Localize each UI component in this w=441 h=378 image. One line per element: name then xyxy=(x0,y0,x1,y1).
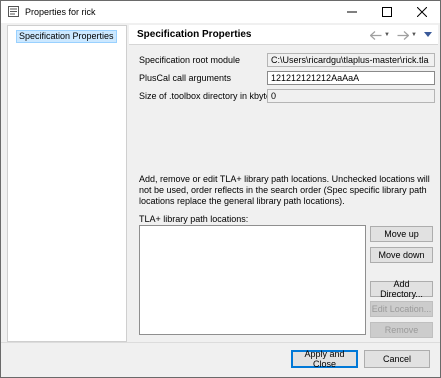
apply-and-close-button[interactable]: Apply and Close xyxy=(291,349,358,369)
back-dropdown-icon: ▼ xyxy=(384,32,390,38)
back-button[interactable]: ▼ xyxy=(370,30,390,40)
add-directory-button[interactable]: Add Directory... xyxy=(370,279,433,299)
page-title: Specification Properties xyxy=(137,29,252,40)
maximize-button[interactable] xyxy=(370,1,404,23)
tree-item-label: Specification Properties xyxy=(16,29,117,43)
pluscal-args-input[interactable]: 121212121212AaAaA xyxy=(267,71,435,85)
dialog-footer: Apply and Close Cancel xyxy=(1,343,440,377)
title-bar[interactable]: Properties for rick xyxy=(1,1,440,23)
forward-dropdown-icon: ▼ xyxy=(411,32,417,38)
back-arrow-icon xyxy=(370,30,382,40)
toolbox-size-field[interactable]: 0 xyxy=(267,89,435,103)
forward-button[interactable]: ▼ xyxy=(397,30,417,40)
close-button[interactable] xyxy=(405,1,439,23)
remove-button[interactable]: Remove xyxy=(370,322,433,338)
view-menu-icon xyxy=(424,32,432,37)
toolbox-size-label: Size of .toolbox directory in kbytes xyxy=(139,91,276,101)
cancel-button[interactable]: Cancel xyxy=(364,350,430,368)
edit-location-button[interactable]: Edit Location... xyxy=(370,301,433,317)
root-module-field[interactable]: C:\Users\ricardgu\tlaplus-master\rick.tl… xyxy=(267,53,435,67)
move-up-button[interactable]: Move up xyxy=(370,226,433,242)
forward-arrow-icon xyxy=(397,30,409,40)
library-path-list-label: TLA+ library path locations: xyxy=(139,214,249,224)
minimize-button[interactable] xyxy=(335,1,369,23)
tree-item-specification-properties[interactable]: Specification Properties xyxy=(16,29,117,43)
library-path-description: Add, remove or edit TLA+ library path lo… xyxy=(139,174,430,206)
property-page: Specification Properties ▼ ▼ Specificati… xyxy=(129,25,438,342)
view-menu-button[interactable] xyxy=(424,30,432,40)
maximize-icon xyxy=(382,7,392,17)
minimize-icon xyxy=(347,11,357,13)
close-icon xyxy=(417,7,427,17)
pluscal-args-label: PlusCal call arguments xyxy=(139,73,232,83)
library-path-list[interactable] xyxy=(139,225,366,335)
move-down-button[interactable]: Move down xyxy=(370,247,433,263)
root-module-label: Specification root module xyxy=(139,55,241,65)
properties-app-icon xyxy=(8,6,19,17)
page-header: Specification Properties ▼ ▼ xyxy=(129,25,438,45)
properties-dialog: Properties for rick Specification Proper… xyxy=(0,0,441,378)
property-page-tree[interactable]: Specification Properties xyxy=(7,25,127,342)
window-title: Properties for rick xyxy=(25,7,96,17)
